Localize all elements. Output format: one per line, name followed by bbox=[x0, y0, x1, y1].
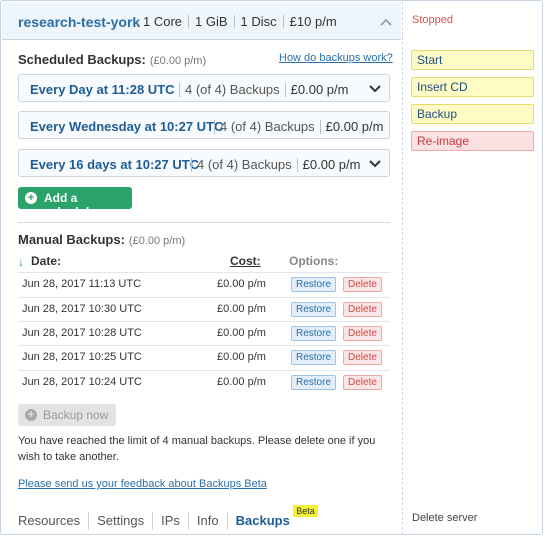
spec-memory: 1 GiB bbox=[195, 14, 228, 29]
schedule-cost: £0.00 p/m bbox=[325, 119, 384, 134]
spec-price: £10 p/m bbox=[289, 14, 337, 29]
server-actions-sidebar: Stopped Start Insert CD Backup Re-image … bbox=[402, 2, 543, 535]
how-backups-work-link[interactable]: How do backups work? bbox=[279, 52, 393, 64]
date-column-header[interactable]: Date: bbox=[31, 254, 61, 268]
schedule-label[interactable]: Every Wednesday at 10:27 UTC bbox=[30, 119, 223, 134]
delete-server-link[interactable]: Delete server bbox=[412, 512, 477, 524]
manual-backups-cost: (£0.00 p/m) bbox=[128, 235, 186, 247]
backup-now-label: Backup now bbox=[43, 408, 109, 422]
schedule-divider bbox=[214, 119, 215, 134]
status-badge: Stopped bbox=[412, 14, 453, 26]
restore-button[interactable]: Restore bbox=[291, 326, 337, 341]
options-column-header: Options: bbox=[289, 254, 339, 268]
spec-cores: 1 Core bbox=[143, 14, 183, 29]
add-schedule-label: Add a schedule bbox=[44, 191, 97, 219]
spec-discs: 1 Disc bbox=[240, 14, 277, 29]
backup-cost: £0.00 p/m bbox=[217, 327, 266, 339]
section-divider bbox=[18, 222, 390, 223]
schedule-divider bbox=[319, 119, 321, 134]
plus-icon: + bbox=[25, 192, 37, 204]
schedule-divider bbox=[179, 82, 180, 97]
schedule-item[interactable]: Every Wednesday at 10:27 UTC 4 (of 4) Ba… bbox=[18, 111, 390, 139]
tab-resources[interactable]: Resources bbox=[10, 512, 90, 530]
restore-button[interactable]: Restore bbox=[291, 375, 337, 390]
reimage-button[interactable]: Re-image bbox=[411, 131, 534, 151]
table-row: Jun 28, 2017 10:30 UTC £0.00 p/m Restore… bbox=[18, 297, 390, 321]
spec-divider bbox=[233, 15, 235, 28]
backup-button[interactable]: Backup bbox=[411, 104, 534, 124]
backup-date: Jun 28, 2017 10:24 UTC bbox=[22, 376, 142, 388]
tab-settings[interactable]: Settings bbox=[89, 512, 154, 530]
tab-backups-label: Backups bbox=[235, 513, 290, 528]
scheduled-backups-title: Scheduled Backups: bbox=[18, 52, 146, 67]
add-schedule-button[interactable]: + Add a schedule bbox=[18, 187, 132, 219]
tab-info[interactable]: Info bbox=[189, 512, 228, 530]
schedule-cost: £0.00 p/m bbox=[290, 82, 349, 97]
tab-backups[interactable]: Backups Beta bbox=[228, 505, 318, 530]
backup-cost: £0.00 p/m bbox=[217, 303, 266, 315]
restore-button[interactable]: Restore bbox=[291, 350, 337, 365]
server-main: research-test-york 1 Core 1 GiB 1 Disc £… bbox=[2, 2, 401, 535]
delete-button[interactable]: Delete bbox=[343, 350, 382, 365]
table-row: Jun 28, 2017 10:28 UTC £0.00 p/m Restore… bbox=[18, 321, 390, 345]
beta-badge: Beta bbox=[293, 505, 318, 517]
plus-icon: + bbox=[25, 409, 37, 421]
feedback-link[interactable]: Please send us your feedback about Backu… bbox=[18, 478, 267, 490]
backup-cost: £0.00 p/m bbox=[217, 376, 266, 388]
chevron-down-icon[interactable] bbox=[369, 159, 381, 169]
schedule-item[interactable]: Every 16 days at 10:27 UTC 4 (of 4) Back… bbox=[18, 149, 390, 177]
schedule-divider bbox=[191, 157, 192, 172]
server-panel: research-test-york 1 Core 1 GiB 1 Disc £… bbox=[0, 0, 543, 535]
backup-cost: £0.00 p/m bbox=[217, 278, 266, 290]
table-row: Jun 28, 2017 11:13 UTC £0.00 p/m Restore… bbox=[18, 272, 390, 296]
cost-column-header[interactable]: Cost: bbox=[230, 254, 261, 268]
schedule-info: 4 (of 4) Backups £0.00 p/m bbox=[174, 82, 348, 97]
delete-button[interactable]: Delete bbox=[343, 326, 382, 341]
schedule-count: 4 (of 4) Backups bbox=[197, 157, 292, 172]
backup-date: Jun 28, 2017 10:28 UTC bbox=[22, 327, 142, 339]
schedule-label[interactable]: Every 16 days at 10:27 UTC bbox=[30, 157, 199, 172]
scheduled-backups-cost: (£0.00 p/m) bbox=[149, 55, 207, 67]
schedule-count: 4 (of 4) Backups bbox=[220, 119, 315, 134]
backup-cost: £0.00 p/m bbox=[217, 351, 266, 363]
server-name[interactable]: research-test-york bbox=[18, 14, 140, 30]
start-button[interactable]: Start bbox=[411, 50, 534, 70]
backup-date: Jun 28, 2017 11:13 UTC bbox=[22, 278, 142, 290]
tab-ips[interactable]: IPs bbox=[153, 512, 189, 530]
spec-divider bbox=[282, 15, 284, 28]
backup-date: Jun 28, 2017 10:30 UTC bbox=[22, 303, 142, 315]
server-header[interactable]: research-test-york 1 Core 1 GiB 1 Disc £… bbox=[2, 2, 401, 40]
delete-button[interactable]: Delete bbox=[343, 375, 382, 390]
manual-backups-heading: Manual Backups: (£0.00 p/m) bbox=[18, 232, 185, 247]
server-tabs: Resources Settings IPs Info Backups Beta bbox=[10, 505, 318, 535]
chevron-up-icon[interactable] bbox=[380, 16, 392, 28]
schedule-cost: £0.00 p/m bbox=[302, 157, 361, 172]
delete-button[interactable]: Delete bbox=[343, 302, 382, 317]
table-row: Jun 28, 2017 10:24 UTC £0.00 p/m Restore… bbox=[18, 370, 390, 394]
sort-desc-icon[interactable]: ↓ bbox=[18, 255, 24, 269]
schedule-info: 4 (of 4) Backups £0.00 p/m bbox=[186, 157, 360, 172]
server-specs: 1 Core 1 GiB 1 Disc £10 p/m bbox=[143, 14, 337, 29]
schedule-divider bbox=[284, 82, 286, 97]
scheduled-backups-heading: Scheduled Backups: (£0.00 p/m) bbox=[18, 52, 206, 67]
delete-button[interactable]: Delete bbox=[343, 277, 382, 292]
schedule-divider bbox=[296, 157, 298, 172]
table-row: Jun 28, 2017 10:25 UTC £0.00 p/m Restore… bbox=[18, 345, 390, 369]
backup-date: Jun 28, 2017 10:25 UTC bbox=[22, 351, 142, 363]
insert-cd-button[interactable]: Insert CD bbox=[411, 77, 534, 97]
backup-limit-message: You have reached the limit of 4 manual b… bbox=[18, 435, 376, 463]
restore-button[interactable]: Restore bbox=[291, 302, 337, 317]
restore-button[interactable]: Restore bbox=[291, 277, 337, 292]
backup-now-button[interactable]: + Backup now bbox=[18, 404, 116, 426]
chevron-down-icon[interactable] bbox=[369, 84, 381, 94]
schedule-label[interactable]: Every Day at 11:28 UTC bbox=[30, 82, 175, 97]
schedule-count: 4 (of 4) Backups bbox=[185, 82, 280, 97]
manual-backups-title: Manual Backups: bbox=[18, 232, 125, 247]
spec-divider bbox=[188, 15, 190, 28]
schedule-item[interactable]: Every Day at 11:28 UTC 4 (of 4) Backups … bbox=[18, 74, 390, 102]
schedule-info: 4 (of 4) Backups £0.00 p/m bbox=[209, 119, 383, 134]
